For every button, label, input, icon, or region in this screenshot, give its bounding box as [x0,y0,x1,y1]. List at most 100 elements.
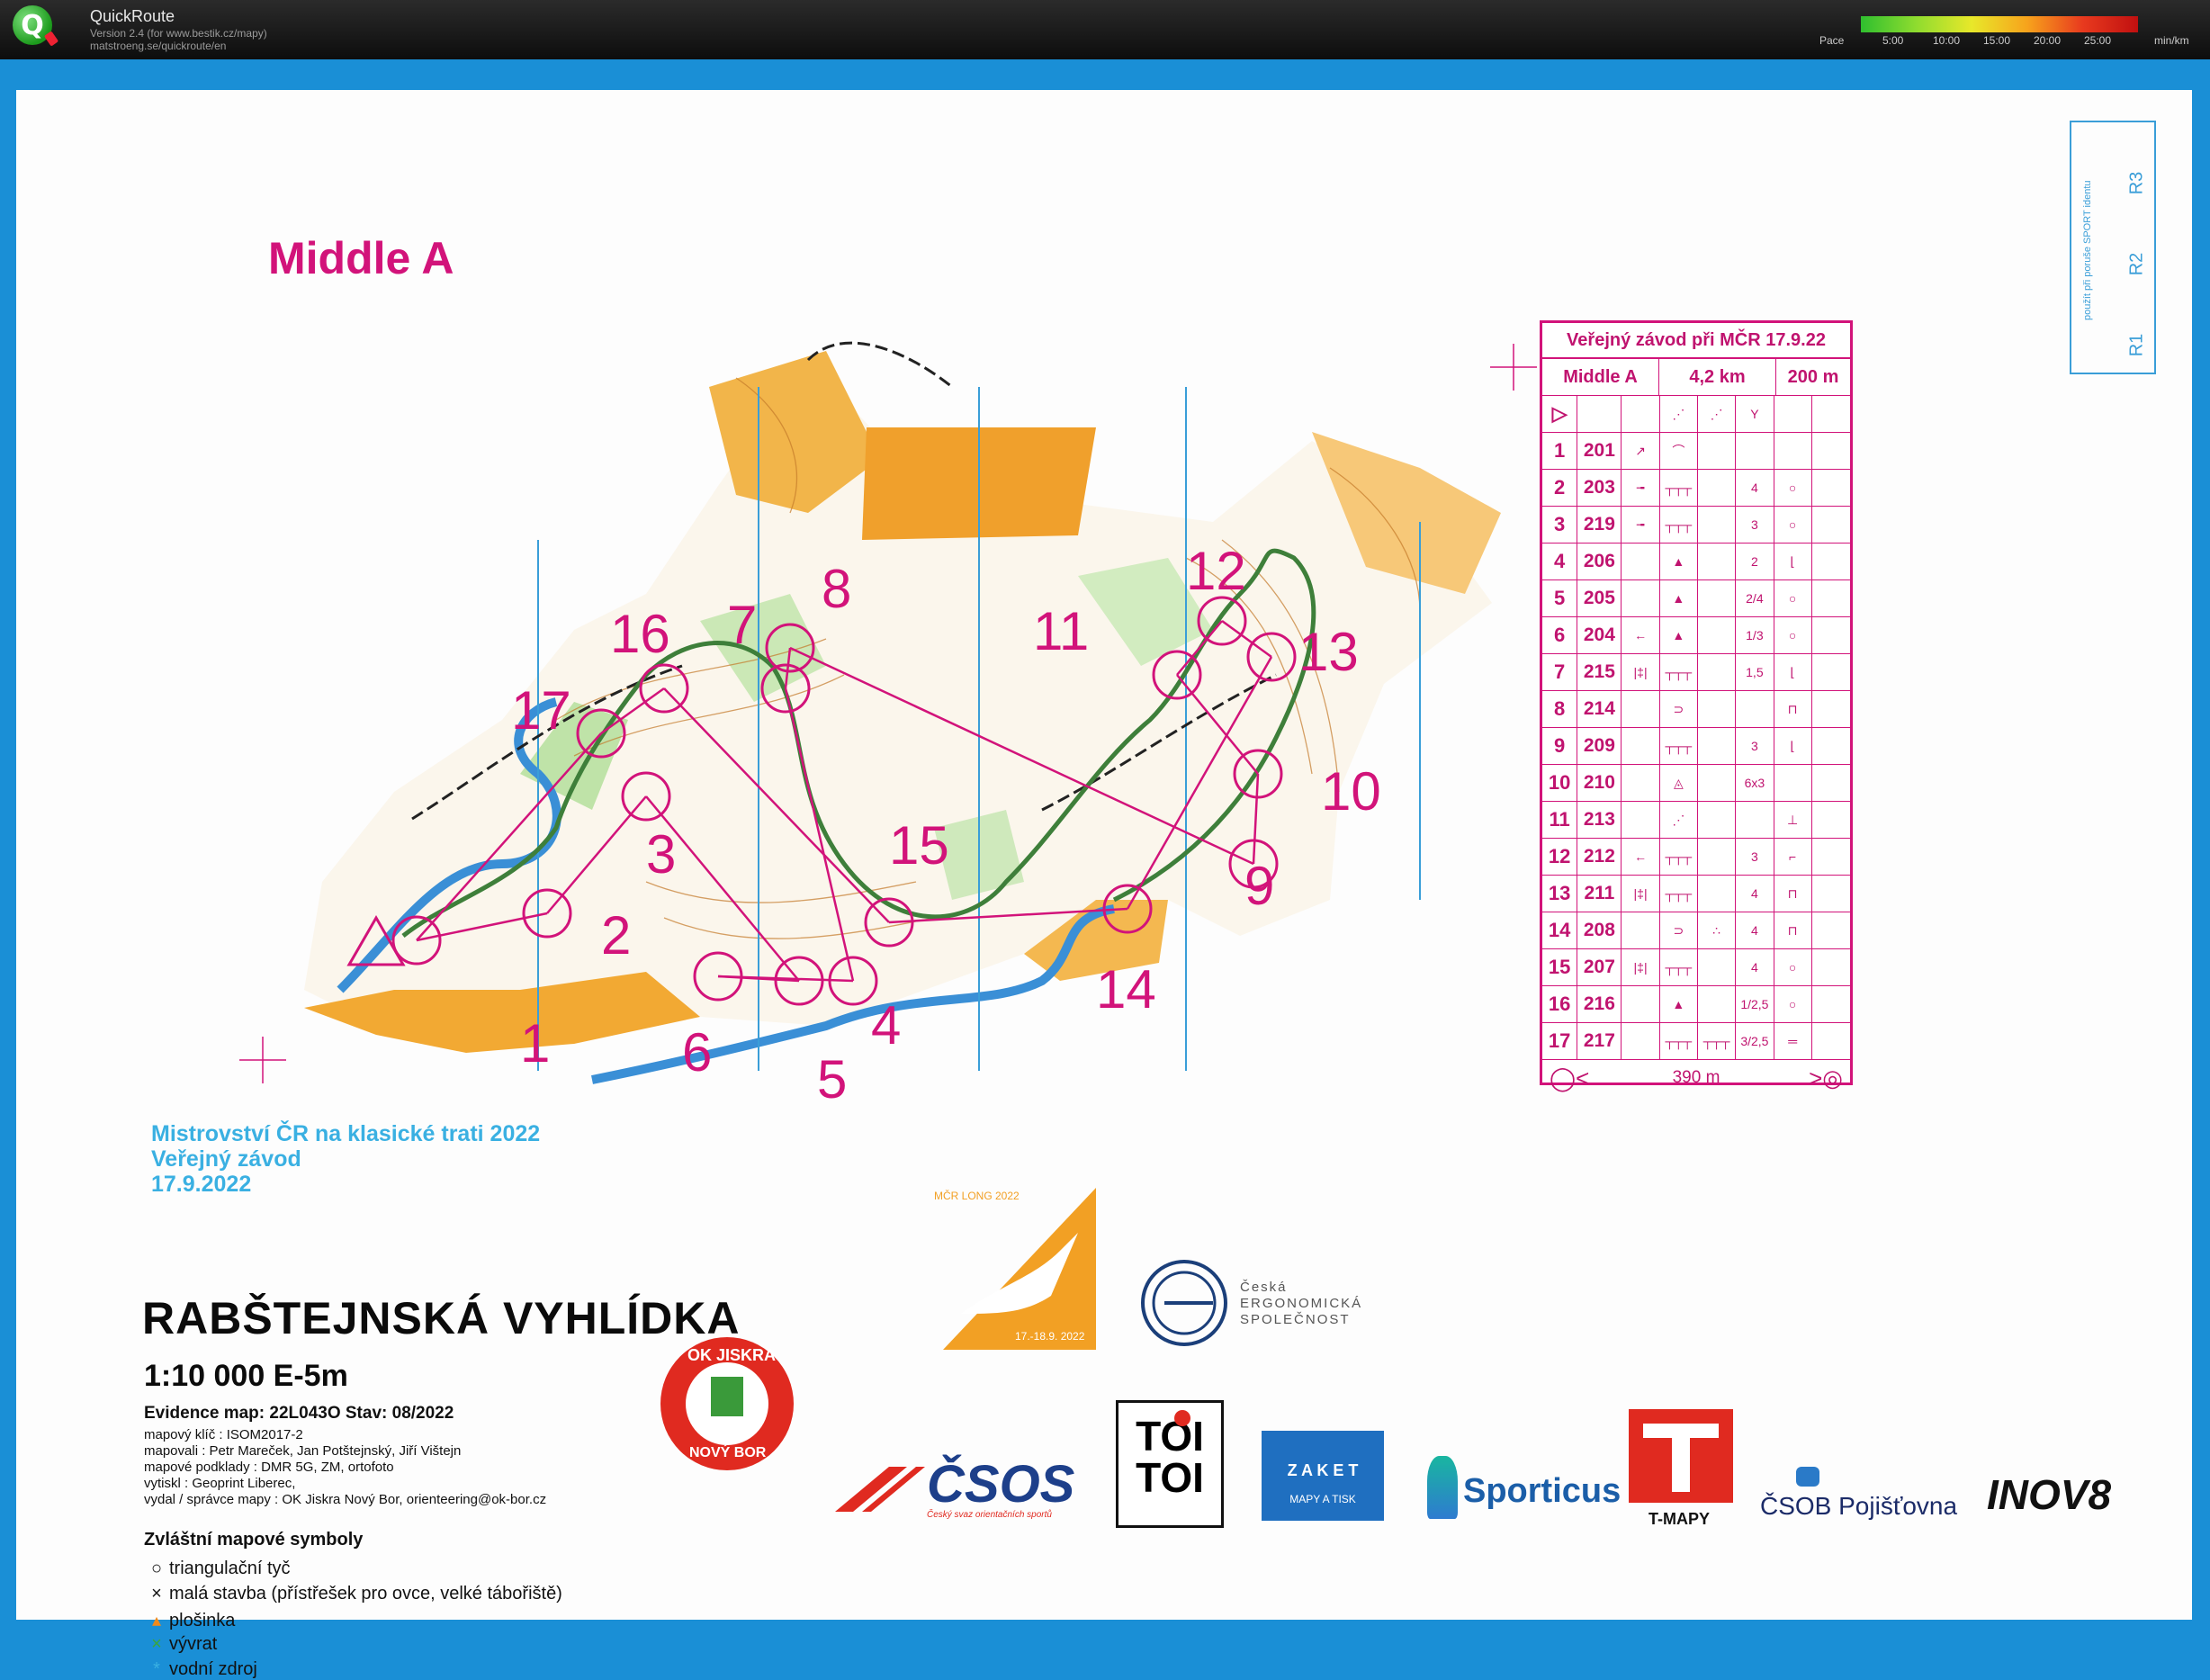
description-row: 14 208 ⊃ ∴ 4 ⊓ [1542,912,1850,949]
pace-label: Pace [1819,34,1845,47]
description-empty [1812,654,1850,690]
tmapy-text: T-MAPY [1649,1510,1711,1528]
map-evidence: Evidence map: 22L043O Stav: 08/2022 [144,1404,454,1423]
description-row: 1 201 ↗ ⌒ [1542,433,1850,470]
description-symbol: 3 [1736,507,1774,543]
description-symbol: ⌊ [1774,654,1812,690]
control-code: 203 [1577,470,1622,506]
description-empty [1812,433,1850,469]
pace-ticks: 5:00 10:00 15:00 20:00 25:00 [1861,34,2167,47]
quickroute-icon: Q [13,5,52,45]
mcr-long-logo: MČR LONG 2022 17.-18.9. 2022 [925,1179,1105,1350]
description-symbol: ⌊ [1774,544,1812,579]
control-number: 10 [1321,761,1381,822]
description-empty [1812,691,1850,727]
description-symbol [1622,544,1660,579]
description-row: 9 209 ┬┬┬ 3 ⌊ [1542,728,1850,765]
description-symbol [1698,802,1737,838]
credit-line: vydal / správce mapy : OK Jiskra Nový Bo… [144,1492,547,1507]
description-symbol [1698,876,1737,912]
toitoi-line: TOI [1136,1454,1204,1501]
start-triangle-icon: ▷ [1542,396,1578,432]
description-symbol [1698,691,1737,727]
ok-jiskra-logo: OK JISKRA NOVÝ BOR [655,1332,799,1476]
control-sequence: 1 [1542,433,1578,469]
control-code: 219 [1577,507,1622,543]
legend-symbol-icon: ▴ [151,1611,162,1631]
app-title: QuickRoute [90,7,175,25]
description-symbol: ╼ [1622,470,1660,506]
map-scale: 1:10 000 E-5m [144,1359,348,1393]
description-row: 2 203 ╼ ┬┬┬ 4 ○ [1542,470,1850,507]
control-number: 13 [1298,622,1359,682]
description-symbol: 1/2,5 [1736,986,1774,1022]
legend-text: malá stavba (přístřešek pro ovce, velké … [169,1584,562,1604]
control-number: 8 [822,559,851,619]
description-course-row: Middle A 4,2 km 200 m [1542,359,1850,396]
pace-unit: min/km [2154,34,2189,47]
description-empty [1812,728,1850,764]
description-row: 11 213 ⋰ ⊥ [1542,802,1850,839]
manual-punch-note: použít při poruše SPORT identu [2082,180,2093,320]
app-titlebar: Q QuickRoute Version 2.4 (for www.bestik… [0,0,2210,59]
description-empty [1812,544,1850,579]
control-number: 9 [1244,856,1274,916]
control-number: 1 [520,1013,550,1074]
toitoi-logo: TOI TOI [1116,1400,1224,1528]
description-empty [1812,470,1850,506]
legend-item: * vodní zdroj [144,1659,257,1680]
description-symbol [1736,433,1774,469]
control-number: 11 [1033,601,1089,661]
legend-text: vývrat [169,1634,218,1654]
description-symbol: ┬┬┬ [1660,876,1698,912]
description-symbol: ┬┬┬ [1660,507,1698,543]
description-symbol: ⊓ [1774,691,1812,727]
control-code: 213 [1577,802,1622,838]
description-symbol [1698,507,1737,543]
csos-text: ČSOS [927,1455,1075,1514]
description-symbol: ∴ [1698,912,1737,948]
description-symbol: ◬ [1660,765,1698,801]
credit-line: mapové podklady : DMR 5G, ZM, ortofoto [144,1460,394,1475]
description-symbol [1698,949,1737,985]
description-symbol [1774,765,1812,801]
ergonomic-society-logo: Česká ERGONOMICKÁ SPOLEČNOST [1139,1253,1373,1361]
description-row: 3 219 ╼ ┬┬┬ 3 ○ [1542,507,1850,544]
control-code: 211 [1577,876,1622,912]
control-sequence: 11 [1542,802,1578,838]
description-symbol: ┬┬┬ [1660,949,1698,985]
description-symbol: 3 [1736,728,1774,764]
description-symbol: ↗ [1622,433,1660,469]
control-sequence: 16 [1542,986,1578,1022]
control-code: 217 [1577,1023,1622,1059]
legend-item: ○ triangulační tyč [144,1559,291,1579]
description-symbol [1622,580,1660,616]
control-number: 5 [817,1049,847,1110]
description-symbol: ┬┬┬ [1660,1023,1698,1059]
description-course: Middle A [1542,359,1659,395]
description-symbol [1698,765,1737,801]
control-sequence: 6 [1542,617,1578,653]
pace-color-scale [1861,16,2138,32]
description-symbol: |‡| [1622,876,1660,912]
description-empty [1812,986,1850,1022]
description-symbol: ┬┬┬ [1660,839,1698,875]
finish-start-icon: ◯< [1550,1064,1590,1092]
description-symbol: ⊃ [1660,691,1698,727]
description-symbol: 4 [1736,949,1774,985]
credit-line: mapový klíč : ISOM2017-2 [144,1427,303,1442]
finish-distance: 390 m [1672,1068,1720,1087]
description-row: 10 210 ◬ 6x3 [1542,765,1850,802]
control-sequence: 13 [1542,876,1578,912]
toitoi-line: TOI [1136,1413,1204,1460]
credit-line: mapovali : Petr Mareček, Jan Potštejnský… [144,1443,462,1459]
description-symbol: ← [1622,839,1660,875]
ok-jiskra-bottom: NOVÝ BOR [689,1445,767,1460]
description-symbol: ⌐ [1774,839,1812,875]
description-symbol [1698,986,1737,1022]
description-symbol: |‡| [1622,949,1660,985]
control-sequence: 12 [1542,839,1578,875]
description-row: 15 207 |‡| ┬┬┬ 4 ○ [1542,949,1850,986]
map-paper[interactable]: 1 2 3 4 5 6 7 8 9 10 11 12 13 14 15 16 1… [16,90,2192,1679]
control-code: 214 [1577,691,1622,727]
